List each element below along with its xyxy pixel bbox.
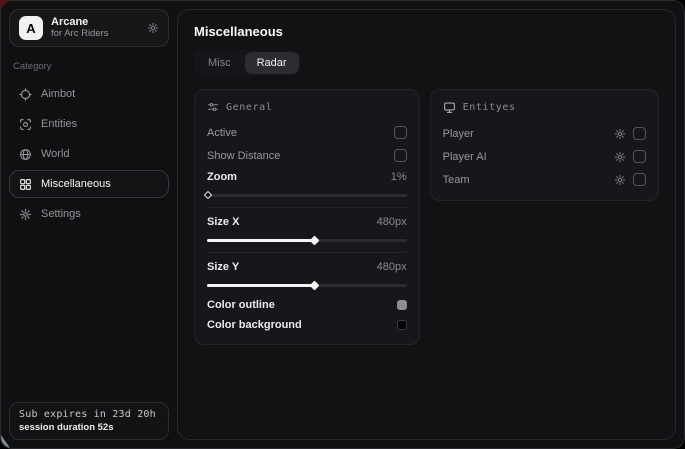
sidebar-item-label: Miscellaneous: [41, 178, 111, 190]
size-y-label: Size Y: [207, 261, 239, 273]
team-label: Team: [443, 174, 470, 186]
sidebar-item-aimbot[interactable]: Aimbot: [9, 80, 169, 108]
crosshair-icon: [19, 88, 32, 101]
team-row: Team: [443, 168, 646, 191]
color-outline-row: Color outline: [207, 295, 407, 315]
size-y-slider-thumb[interactable]: [309, 280, 319, 290]
active-checkbox[interactable]: [394, 126, 407, 139]
scan-icon: [19, 118, 32, 131]
brand-name: Arcane: [51, 16, 139, 29]
size-x-slider-group: Size X 480px: [207, 212, 407, 253]
entities-panel-title: Entityes: [463, 102, 516, 113]
sidebar-item-miscellaneous[interactable]: Miscellaneous: [9, 170, 169, 198]
color-background-label: Color background: [207, 319, 302, 331]
gear-icon: [19, 208, 32, 221]
show-distance-label: Show Distance: [207, 150, 280, 162]
show-distance-row: Show Distance: [207, 144, 407, 167]
team-checkbox[interactable]: [633, 173, 646, 186]
size-x-label: Size X: [207, 216, 239, 228]
gear-icon[interactable]: [614, 128, 626, 140]
sub-expiry-text: Sub expires in 23d 20h: [19, 409, 159, 420]
tab-bar: Misc Radar: [194, 50, 301, 76]
sidebar-item-settings[interactable]: Settings: [9, 200, 169, 228]
sidebar-item-label: Entities: [41, 118, 77, 130]
player-row: Player: [443, 122, 646, 145]
globe-icon: [19, 148, 32, 161]
entities-panel: Entityes Player P: [430, 89, 659, 201]
color-outline-swatch[interactable]: [397, 300, 407, 310]
size-y-slider[interactable]: [207, 281, 407, 289]
player-label: Player: [443, 128, 474, 140]
subscription-card: Sub expires in 23d 20h session duration …: [9, 402, 169, 440]
show-distance-checkbox[interactable]: [394, 149, 407, 162]
zoom-value: 1%: [391, 171, 407, 183]
brand-logo: A: [19, 16, 43, 40]
color-outline-label: Color outline: [207, 299, 275, 311]
monitor-icon: [443, 101, 456, 114]
gear-icon[interactable]: [614, 174, 626, 186]
brand-card: A Arcane for Arc Riders: [9, 9, 169, 47]
grid-icon: [19, 178, 32, 191]
tab-misc[interactable]: Misc: [196, 52, 243, 74]
sidebar: A Arcane for Arc Riders Category: [1, 1, 177, 448]
active-label: Active: [207, 127, 237, 139]
zoom-label: Zoom: [207, 171, 237, 183]
brand-subtitle: for Arc Riders: [51, 29, 139, 40]
size-y-slider-group: Size Y 480px: [207, 257, 407, 295]
page-title: Miscellaneous: [194, 24, 659, 39]
zoom-slider[interactable]: [207, 191, 407, 199]
size-x-value: 480px: [377, 216, 407, 228]
general-panel: General Active Show Distance Zoom 1%: [194, 89, 420, 345]
color-background-row: Color background: [207, 315, 407, 335]
player-checkbox[interactable]: [633, 127, 646, 140]
player-ai-checkbox[interactable]: [633, 150, 646, 163]
zoom-slider-thumb[interactable]: [204, 190, 212, 198]
sidebar-item-world[interactable]: World: [9, 140, 169, 168]
size-y-value: 480px: [377, 261, 407, 273]
active-row: Active: [207, 121, 407, 144]
player-ai-row: Player AI: [443, 145, 646, 168]
size-x-slider-thumb[interactable]: [309, 235, 319, 245]
sidebar-item-label: Aimbot: [41, 88, 75, 100]
general-panel-title: General: [226, 102, 272, 113]
player-ai-label: Player AI: [443, 151, 487, 163]
gear-icon[interactable]: [614, 151, 626, 163]
session-duration-text: session duration 52s: [19, 422, 159, 433]
gear-icon[interactable]: [147, 22, 159, 34]
size-x-slider[interactable]: [207, 236, 407, 244]
sidebar-item-label: Settings: [41, 208, 81, 220]
sliders-icon: [207, 101, 219, 113]
sidebar-item-entities[interactable]: Entities: [9, 110, 169, 138]
app-window: A Arcane for Arc Riders Category: [0, 0, 685, 449]
color-background-swatch[interactable]: [397, 320, 407, 330]
sidebar-nav: Aimbot Entities World: [9, 80, 169, 228]
zoom-slider-group: Zoom 1%: [207, 167, 407, 208]
main-panel: Miscellaneous Misc Radar General: [177, 9, 676, 440]
category-label: Category: [13, 61, 165, 72]
sidebar-item-label: World: [41, 148, 70, 160]
tab-radar[interactable]: Radar: [245, 52, 299, 74]
